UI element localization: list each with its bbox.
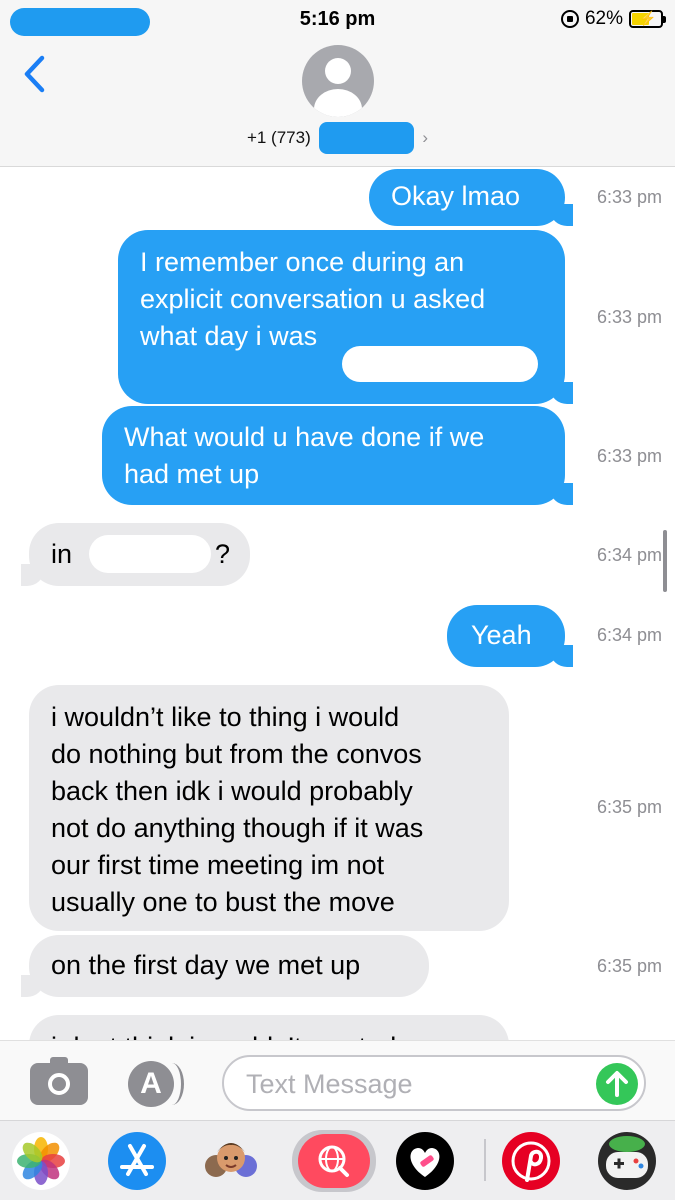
- avatar-body: [314, 89, 362, 117]
- app-store-arc: [160, 1063, 184, 1105]
- drawer-divider: [484, 1139, 486, 1181]
- conversation-header: +1 (773)64 ›: [0, 40, 675, 167]
- message-text: Okay lmao: [391, 181, 521, 211]
- message-timestamp: 6:35 pm: [597, 797, 663, 817]
- contact-prefix: +1 (773): [246, 128, 311, 147]
- app-store-app-icon[interactable]: [108, 1132, 166, 1190]
- message-line: I remember once during an: [140, 247, 465, 277]
- message-line: What would u have done if we: [124, 422, 485, 452]
- message-thread[interactable]: Okay lmao 6:33 pm I remember once during…: [0, 167, 675, 1040]
- chevron-right-icon: ›: [422, 128, 429, 147]
- contact-name[interactable]: +1 (773)64 ›: [0, 122, 675, 154]
- message-bubble-received[interactable]: i dont think i wouldn’t wanted: [29, 1015, 509, 1040]
- message-input[interactable]: [222, 1055, 646, 1111]
- message-line: our first time meeting im not: [51, 850, 385, 880]
- message-text-input[interactable]: [246, 1067, 576, 1101]
- scroll-indicator[interactable]: [663, 530, 667, 592]
- message-bubble-sent[interactable]: Yeah: [447, 605, 573, 667]
- photos-app-icon[interactable]: [12, 1132, 70, 1190]
- message-bubble-received[interactable]: in ?: [21, 523, 250, 586]
- memoji-app-icon[interactable]: [202, 1132, 260, 1190]
- back-chevron-icon[interactable]: [18, 52, 58, 96]
- battery-percent: 62%: [584, 8, 623, 29]
- message-text: ?: [215, 539, 231, 569]
- message-timestamp: 6:33 pm: [597, 187, 663, 207]
- compose-bar: A: [0, 1040, 675, 1120]
- message-line: i wouldn’t like to thing i would: [51, 702, 400, 732]
- app-store-icon[interactable]: A: [124, 1061, 186, 1107]
- search-images-app-icon[interactable]: [292, 1130, 376, 1192]
- contact-number: +1 (773)64: [246, 122, 414, 154]
- message-bubble-received[interactable]: on the first day we met up: [21, 935, 429, 997]
- message-timestamp: 6:33 pm: [597, 307, 663, 327]
- message-line: not do anything though if it was: [51, 813, 424, 843]
- contact-redaction: [318, 122, 414, 154]
- game-app-icon[interactable]: [598, 1132, 656, 1190]
- heart-sticker-app-icon[interactable]: [396, 1132, 454, 1190]
- pinterest-app-icon[interactable]: [502, 1132, 560, 1190]
- battery-icon: ⚡: [629, 10, 666, 28]
- message-line: do nothing but from the convos: [51, 739, 422, 769]
- message-text: on the first day we met up: [51, 950, 361, 980]
- message-bubble-sent[interactable]: What would u have done if we had met up: [102, 406, 573, 505]
- camera-icon[interactable]: [30, 1057, 88, 1105]
- camera-lens: [48, 1073, 70, 1095]
- avatar-head: [325, 58, 351, 84]
- send-arrow-icon[interactable]: [596, 1063, 638, 1105]
- message-timestamp: 6:33 pm: [597, 446, 663, 466]
- message-line: explicit conversation u asked: [140, 284, 486, 314]
- text-redaction: [342, 346, 538, 382]
- charging-bolt-icon: ⚡: [639, 10, 657, 26]
- contact-avatar-icon[interactable]: [302, 45, 374, 117]
- message-bubble-received[interactable]: i wouldn’t like to thing i would do noth…: [29, 685, 509, 931]
- imessage-app-drawer: [0, 1120, 675, 1200]
- status-indicators: 62% ⚡: [560, 8, 666, 30]
- text-redaction: [89, 535, 211, 573]
- message-timestamp: 6:34 pm: [597, 625, 663, 645]
- status-bar: 5:16 pm 62% ⚡: [0, 0, 675, 40]
- orientation-lock-icon: [560, 10, 579, 28]
- message-line: back then idk i would probably: [51, 776, 413, 806]
- message-bubble-sent[interactable]: I remember once during an explicit conve…: [118, 230, 573, 454]
- message-bubble-sent[interactable]: Okay lmao: [369, 169, 573, 226]
- message-timestamp: 6:35 pm: [597, 956, 663, 976]
- message-text: i dont think i wouldn’t wanted: [51, 1032, 396, 1040]
- message-line: usually one to bust the move: [51, 887, 395, 917]
- message-timestamp: 6:34 pm: [597, 545, 663, 565]
- message-text: in: [51, 539, 73, 569]
- message-text: Yeah: [471, 620, 532, 650]
- message-line: had met up: [124, 459, 260, 489]
